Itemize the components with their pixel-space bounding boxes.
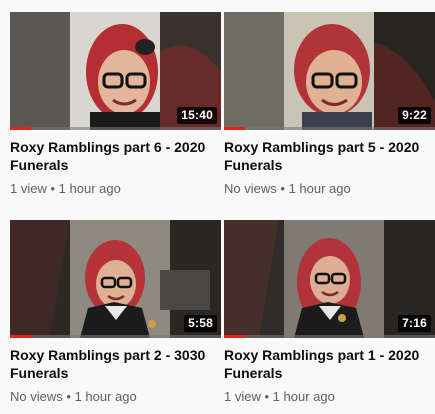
- upload-age: 1 hour ago: [288, 181, 351, 196]
- meta-separator: •: [50, 181, 56, 196]
- upload-age: 1 hour ago: [272, 389, 335, 404]
- view-count: 1 view: [224, 389, 261, 404]
- meta-separator: •: [264, 389, 270, 404]
- video-title[interactable]: Roxy Ramblings part 6 - 2020 Funerals: [10, 138, 215, 174]
- meta-separator: •: [66, 389, 71, 404]
- video-thumbnail[interactable]: 9:22: [224, 12, 435, 130]
- watch-progress-fill: [224, 335, 246, 338]
- watch-progress-bar: [224, 335, 435, 338]
- watch-progress-fill: [10, 127, 32, 130]
- meta-separator: •: [280, 181, 285, 196]
- video-card[interactable]: 9:22 Roxy Ramblings part 5 - 2020 Funera…: [224, 12, 435, 198]
- watch-progress-bar: [10, 127, 221, 130]
- video-card[interactable]: 7:16 Roxy Ramblings part 1 - 2020 Funera…: [224, 220, 435, 406]
- video-title[interactable]: Roxy Ramblings part 2 - 3030 Funerals: [10, 346, 215, 382]
- video-title[interactable]: Roxy Ramblings part 5 - 2020 Funerals: [224, 138, 429, 174]
- video-metadata: 1 view • 1 hour ago: [224, 388, 435, 406]
- video-card[interactable]: 15:40 Roxy Ramblings part 6 - 2020 Funer…: [10, 12, 221, 198]
- upload-age: 1 hour ago: [74, 389, 137, 404]
- watch-progress-fill: [224, 127, 246, 130]
- video-metadata: 1 view • 1 hour ago: [10, 180, 221, 198]
- video-duration: 9:22: [398, 107, 431, 124]
- upload-age: 1 hour ago: [58, 181, 121, 196]
- video-duration: 5:58: [184, 315, 217, 332]
- video-metadata: No views • 1 hour ago: [224, 180, 435, 198]
- video-thumbnail[interactable]: 7:16: [224, 220, 435, 338]
- video-card[interactable]: 5:58 Roxy Ramblings part 2 - 3030 Funera…: [10, 220, 221, 406]
- video-thumbnail[interactable]: 15:40: [10, 12, 221, 130]
- watch-progress-bar: [224, 127, 435, 130]
- video-thumbnail[interactable]: 5:58: [10, 220, 221, 338]
- video-duration: 7:16: [398, 315, 431, 332]
- video-title[interactable]: Roxy Ramblings part 1 - 2020 Funerals: [224, 346, 429, 382]
- view-count: No views: [224, 181, 277, 196]
- view-count: 1 view: [10, 181, 47, 196]
- view-count: No views: [10, 389, 63, 404]
- video-metadata: No views • 1 hour ago: [10, 388, 221, 406]
- watch-progress-bar: [10, 335, 221, 338]
- video-duration: 15:40: [177, 107, 217, 124]
- watch-progress-fill: [10, 335, 32, 338]
